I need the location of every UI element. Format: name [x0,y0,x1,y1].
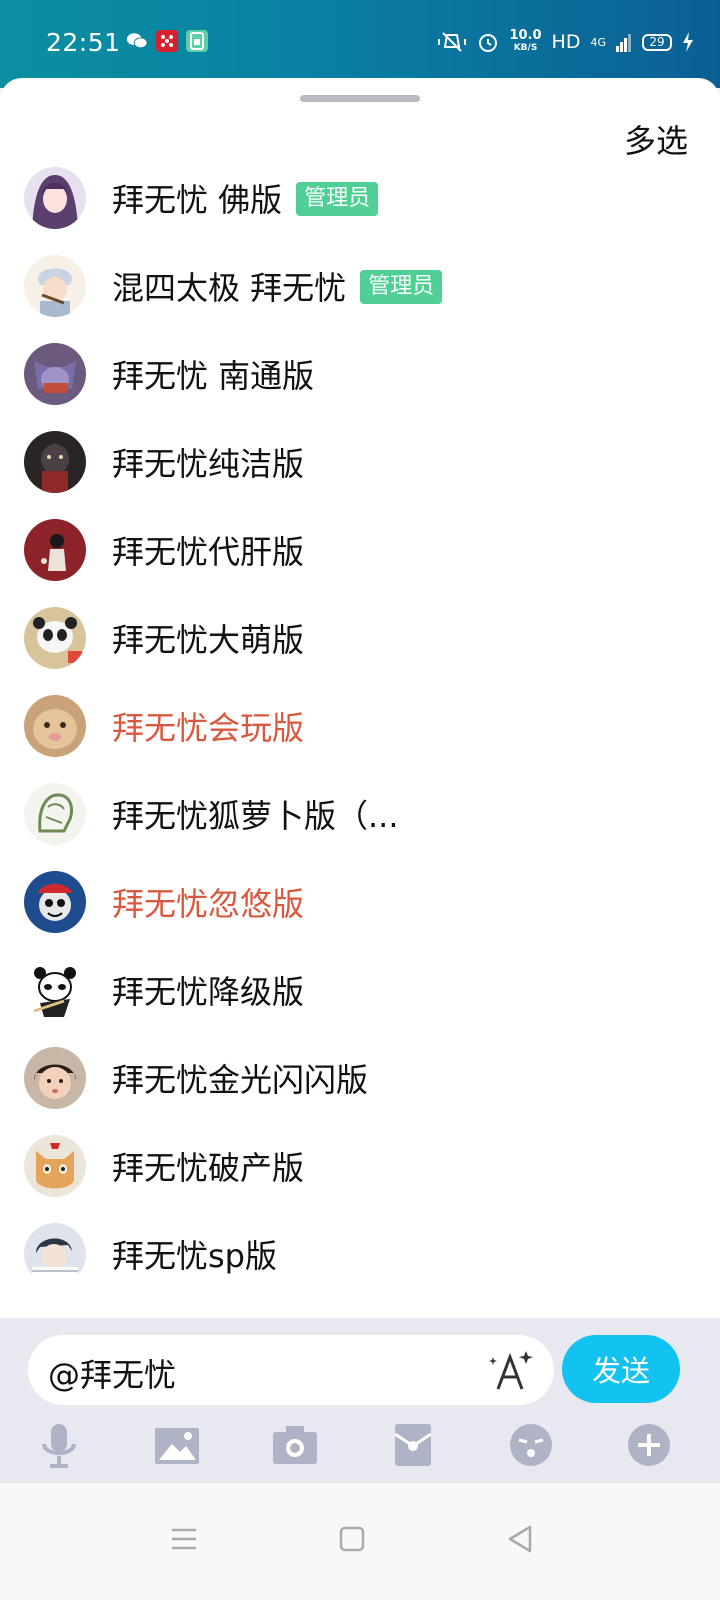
battery-indicator: 29 [642,33,672,51]
sheet-drag-handle[interactable] [300,95,420,102]
member-row[interactable]: 拜无忧破产版 [0,1122,720,1210]
plus-icon[interactable] [624,1420,674,1470]
camera-icon[interactable] [270,1420,320,1470]
avatar [24,1047,86,1109]
home-icon[interactable] [334,1521,370,1557]
wechat-icon [126,30,148,52]
member-name: 拜无忧降级版 [112,973,305,1011]
mention-member-sheet: 多选 拜无忧 佛版 管理员 混四太极 拜无忧 管理员 拜无忧 南通版 拜无忧纯洁版 [0,78,720,1318]
member-row[interactable]: 拜无忧大萌版 [0,594,720,682]
avatar [24,871,86,933]
microphone-icon[interactable] [34,1420,84,1470]
avatar [24,255,86,317]
status-indicators: 10.0 KB/S HD 4G 29 [437,28,694,54]
member-name: 拜无忧sp版 [112,1237,277,1275]
member-name: 拜无忧会玩版 [112,709,305,747]
vibrate-mute-icon [438,32,467,52]
avatar [24,1223,86,1285]
red-packet-icon[interactable] [388,1420,438,1470]
member-name: 拜无忧纯洁版 [112,445,305,483]
member-name: 拜无忧忽悠版 [112,885,305,923]
network-type: 4G [590,35,606,49]
send-button[interactable]: 发送 [562,1335,680,1403]
hd-indicator: HD [551,31,581,53]
member-name: 混四太极 拜无忧 管理员 [112,263,443,309]
avatar [24,167,86,229]
avatar [24,343,86,405]
member-row[interactable]: 拜无忧会玩版 [0,682,720,770]
member-row[interactable]: 拜无忧代肝版 [0,506,720,594]
member-name: 拜无忧大萌版 [112,621,305,659]
network-speed: 10.0 KB/S [509,28,542,53]
admin-badge: 管理员 [296,182,379,216]
emoji-icon[interactable] [506,1420,556,1470]
message-input[interactable]: @拜无忧 [28,1335,554,1405]
avatar [24,519,86,581]
status-bar: 22:51 10.0 KB/S HD 4G 29 [0,0,720,88]
menu-icon[interactable] [166,1521,202,1557]
member-row[interactable]: 拜无忧金光闪闪版 [0,1034,720,1122]
status-app-icons [126,30,208,52]
avatar [24,607,86,669]
sim-app-icon [186,30,208,52]
signal-icon [616,34,631,52]
member-row[interactable]: 混四太极 拜无忧 管理员 [0,242,720,330]
member-row[interactable]: 拜无忧sp版 [0,1210,720,1298]
avatar [24,959,86,1021]
member-row[interactable]: 拜无忧纯洁版 [0,418,720,506]
member-name: 拜无忧 南通版 [112,357,315,395]
avatar [24,1135,86,1197]
avatar [24,695,86,757]
charging-icon [683,32,693,52]
chat-input-area: @拜无忧 发送 [0,1318,720,1483]
member-name: 拜无忧代肝版 [112,533,305,571]
member-name: 拜无忧破产版 [112,1149,305,1187]
admin-badge: 管理员 [360,270,443,304]
member-row[interactable]: 拜无忧 佛版 管理员 [0,154,720,242]
member-row[interactable]: 拜无忧降级版 [0,946,720,1034]
alarm-icon [479,34,498,52]
avatar [24,783,86,845]
member-name: 拜无忧金光闪闪版 [112,1061,369,1099]
system-nav-bar [0,1483,720,1600]
image-icon[interactable] [152,1420,202,1470]
text-style-icon[interactable] [488,1347,534,1393]
app-notification-icon [156,30,178,52]
member-row[interactable]: 拜无忧忽悠版 [0,858,720,946]
message-input-text[interactable]: @拜无忧 [48,1350,176,1396]
input-toolbar [0,1416,720,1478]
member-name: 拜无忧 佛版 管理员 [112,175,379,221]
member-name: 拜无忧狐萝卜版（... [112,797,399,835]
back-icon[interactable] [502,1521,538,1557]
status-time: 22:51 [46,28,121,57]
avatar [24,431,86,493]
member-row[interactable]: 拜无忧 南通版 [0,330,720,418]
member-row[interactable]: 拜无忧狐萝卜版（... [0,770,720,858]
